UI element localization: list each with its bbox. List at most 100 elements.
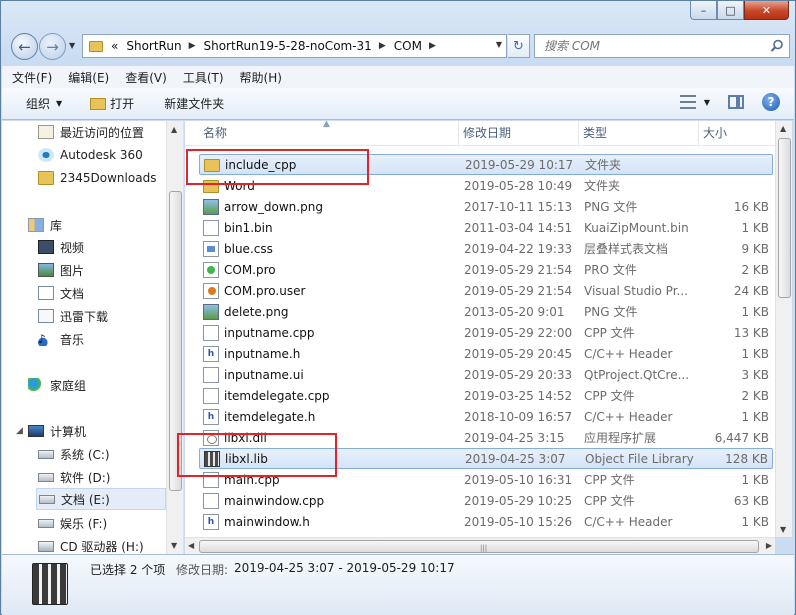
chevron-down-icon: ▼ <box>56 99 63 108</box>
nav-recent-places[interactable]: 最近访问的位置 <box>38 121 144 143</box>
help-icon[interactable]: ? <box>762 93 780 111</box>
breadcrumb-chevron-icon[interactable]: ▶ <box>189 41 196 51</box>
nav-music[interactable]: ♪ 音乐 <box>38 328 84 350</box>
scrollbar-thumb[interactable]: ||| <box>199 540 759 553</box>
menu-tools[interactable]: 工具(T) <box>183 69 224 86</box>
file-row[interactable]: arrow_down.png 2017-10-11 15:13 PNG 文件 16 K… <box>199 196 773 217</box>
file-row[interactable]: inputname.ui 2019-05-29 20:33 QtProject.Qt… <box>199 364 773 385</box>
file-type: KuaiZipMount.bin <box>584 220 689 235</box>
file-row[interactable]: h itemdelegate.h 2018-10-09 16:57 C/C++ Hea… <box>199 406 773 427</box>
file-row[interactable]: delete.png 2013-05-20 9:01 PNG 文件 1 KB <box>199 301 773 322</box>
file-row[interactable]: Word 2019-05-28 10:49 文件夹 <box>199 175 773 196</box>
breadcrumb-chevron-icon[interactable]: ▶ <box>429 41 436 51</box>
scrollbar-thumb[interactable] <box>778 138 791 298</box>
selection-count: 已选择 2 个项 <box>90 563 166 577</box>
nav-pictures[interactable]: 图片 <box>38 259 84 281</box>
collapse-computer-icon[interactable]: ◢ <box>16 426 23 436</box>
search-icon[interactable] <box>770 39 784 53</box>
menu-view[interactable]: 查看(V) <box>125 69 167 86</box>
file-name: inputname.h <box>224 346 301 361</box>
file-row[interactable]: bin1.bin 2011-03-04 14:51 KuaiZipMount.bin… <box>199 217 773 238</box>
nav-drive-e[interactable]: 文档 (E:) <box>36 488 166 510</box>
file-row[interactable]: main.cpp 2019-05-10 16:31 CPP 文件 1 KB <box>199 469 773 490</box>
file-row[interactable]: itemdelegate.cpp 2019-03-25 14:52 CPP 文件 2 … <box>199 385 773 406</box>
menu-bar: 文件(F) 编辑(E) 查看(V) 工具(T) 帮助(H) <box>2 66 794 88</box>
scroll-down-icon[interactable]: ▼ <box>780 525 786 534</box>
file-size: 1 KB <box>741 514 769 529</box>
breadcrumb-com[interactable]: COM <box>394 39 422 53</box>
view-dropdown-icon[interactable]: ▼ <box>704 98 710 107</box>
menu-help[interactable]: 帮助(H) <box>240 69 282 86</box>
recent-pages-dropdown-icon[interactable]: ▼ <box>69 41 75 50</box>
nav-xunlei-downloads[interactable]: 迅雷下载 <box>38 305 108 327</box>
maximize-button[interactable]: □ <box>717 1 744 20</box>
libraries-icon <box>28 218 44 232</box>
menu-edit[interactable]: 编辑(E) <box>68 69 109 86</box>
forward-button[interactable]: → <box>39 33 66 60</box>
file-row[interactable]: h inputname.h 2019-05-29 20:45 C/C++ Header… <box>199 343 773 364</box>
menu-file[interactable]: 文件(F) <box>12 69 52 86</box>
close-button[interactable]: ✕ <box>744 1 789 20</box>
file-row[interactable]: libxl.lib 2019-04-25 3:07 Object File Libr… <box>199 448 773 469</box>
file-modified: 2011-03-04 14:51 <box>464 220 573 235</box>
xunlei-downloads-icon <box>38 309 54 323</box>
scroll-right-icon[interactable]: ▶ <box>766 541 772 550</box>
search-box[interactable] <box>534 34 790 58</box>
address-dropdown-icon[interactable]: ▼ <box>496 40 502 49</box>
nav-drive-c[interactable]: 系统 (C:) <box>38 443 110 465</box>
nav-drive-h[interactable]: CD 驱动器 (H:) <box>38 535 144 554</box>
nav-homegroup[interactable]: 家庭组 <box>28 374 86 396</box>
file-list-vertical-scrollbar[interactable]: ▲ ▼ <box>775 121 792 537</box>
preview-pane-icon[interactable] <box>728 95 744 109</box>
minimize-button[interactable]: – <box>690 1 717 20</box>
file-row[interactable]: include_cpp 2019-05-29 10:17 文件夹 <box>199 154 773 175</box>
nav-libraries[interactable]: 库 <box>28 214 62 236</box>
file-size: 2 KB <box>741 388 769 403</box>
back-button[interactable]: ← <box>11 33 38 60</box>
file-row[interactable]: COM.pro.user 2019-05-29 21:54 Visual Studi… <box>199 280 773 301</box>
nav-drive-f[interactable]: 娱乐 (F:) <box>38 512 107 534</box>
breadcrumb-shortrun[interactable]: ShortRun <box>126 39 181 53</box>
file-row[interactable]: inputname.cpp 2019-05-29 22:00 CPP 文件 13 KB <box>199 322 773 343</box>
scroll-up-icon[interactable]: ▲ <box>780 124 786 133</box>
file-type: 文件夹 <box>584 179 621 193</box>
view-options-icon[interactable] <box>679 95 696 109</box>
nav-autodesk-360[interactable]: Autodesk 360 <box>38 144 143 166</box>
column-size[interactable]: 大小 <box>699 121 775 146</box>
column-type[interactable]: 类型 <box>579 121 699 146</box>
column-modified[interactable]: 修改日期 <box>459 121 579 146</box>
pro-icon <box>203 261 219 278</box>
drive-icon <box>38 518 54 528</box>
scroll-up-icon[interactable]: ▲ <box>171 125 177 134</box>
navigation-pane-scrollbar[interactable]: ▲ ▼ <box>166 121 183 554</box>
file-list-horizontal-scrollbar[interactable]: ◀ ||| ▶ <box>185 537 775 554</box>
file-row[interactable]: libxl.dll 2019-04-25 3:15 应用程序扩展 6,447 KB <box>199 427 773 448</box>
nav-drive-d[interactable]: 软件 (D:) <box>38 466 110 488</box>
breadcrumb-overflow[interactable]: « <box>111 39 118 53</box>
scrollbar-thumb[interactable] <box>169 191 182 491</box>
nav-documents[interactable]: 文档 <box>38 282 84 304</box>
file-row[interactable]: COM.pro 2019-05-29 21:54 PRO 文件 2 KB <box>199 259 773 280</box>
breadcrumb-chevron-icon[interactable]: ▶ <box>379 41 386 51</box>
file-modified: 2019-05-29 20:33 <box>464 367 573 382</box>
file-size: 16 KB <box>733 199 769 214</box>
forward-arrow-icon: → <box>46 37 59 56</box>
file-row[interactable]: h mainwindow.h 2019-05-10 15:26 C/C++ Heade… <box>199 511 773 532</box>
address-bar[interactable]: « ShortRun ▶ ShortRun19-5-28-noCom-31 ▶ … <box>82 34 507 58</box>
new-folder-button[interactable]: 新建文件夹 <box>158 92 230 116</box>
file-row[interactable]: mainwindow.cpp 2019-05-29 10:25 CPP 文件 63 K… <box>199 490 773 511</box>
refresh-button[interactable]: ↻ <box>508 34 530 58</box>
nav-2345downloads[interactable]: 2345Downloads <box>38 167 156 189</box>
scroll-left-icon[interactable]: ◀ <box>188 541 194 550</box>
organize-button[interactable]: 组织 ▼ <box>20 92 68 116</box>
file-modified: 2019-04-25 3:07 <box>465 451 566 466</box>
search-input[interactable] <box>542 36 762 56</box>
cpp-icon <box>203 492 219 509</box>
open-button[interactable]: 打开 <box>84 92 140 116</box>
column-name[interactable]: 名称 <box>199 121 459 146</box>
scroll-down-icon[interactable]: ▼ <box>171 541 177 550</box>
breadcrumb-shortrun19[interactable]: ShortRun19-5-28-noCom-31 <box>203 39 371 53</box>
nav-videos[interactable]: 视频 <box>38 236 84 258</box>
file-row[interactable]: blue.css 2019-04-22 19:33 层叠样式表文档 9 KB <box>199 238 773 259</box>
nav-computer[interactable]: 计算机 <box>28 420 86 442</box>
